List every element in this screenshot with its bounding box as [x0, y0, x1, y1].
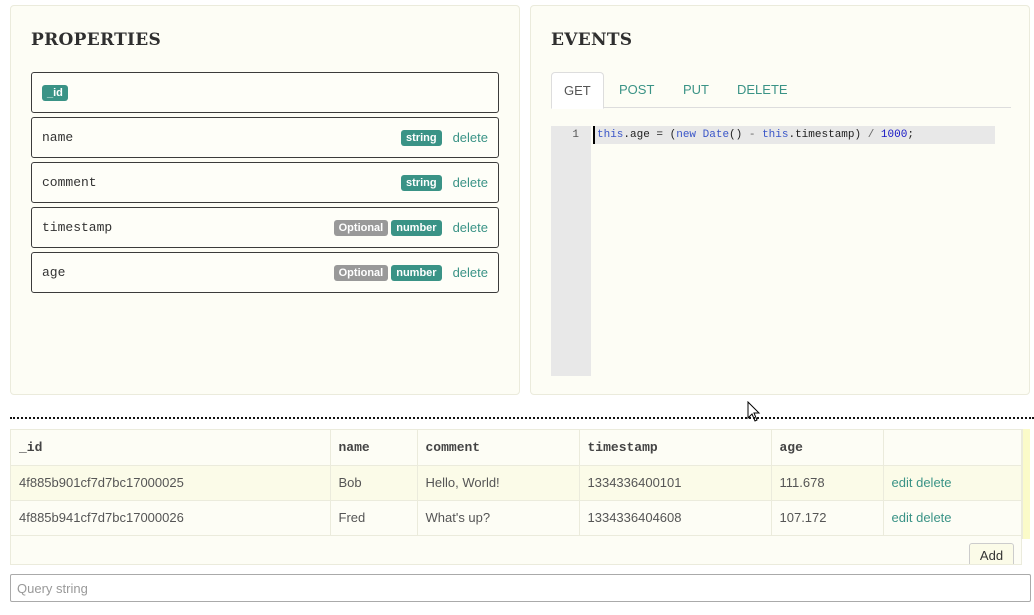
cell-id[interactable]: 4f885b941cf7d7bc17000026 [11, 500, 331, 536]
cell-age[interactable]: 111.678 [771, 465, 884, 501]
grid-scrollbar[interactable] [1022, 429, 1030, 539]
table-header-row: _id name comment timestamp age [11, 430, 1021, 466]
tab-get[interactable]: GET [551, 72, 604, 109]
line-number: 1 [572, 129, 579, 141]
cell-timestamp[interactable]: 1334336404608 [579, 500, 772, 536]
code-text: this.age = (new Date() - this.timestamp)… [597, 129, 914, 141]
type-badge: string [401, 129, 442, 146]
column-header-name[interactable]: name [330, 430, 418, 466]
properties-panel: PROPERTIES _id name string delete commen… [10, 5, 520, 395]
property-name: age [42, 265, 66, 280]
delete-property-link[interactable]: delete [453, 220, 488, 235]
cell-actions: edit delete [883, 465, 1021, 501]
cell-id[interactable]: 4f885b901cf7d7bc17000025 [11, 465, 331, 501]
column-header-timestamp[interactable]: timestamp [579, 430, 772, 466]
property-name: timestamp [42, 220, 113, 235]
delete-row-link[interactable]: delete [916, 475, 951, 490]
tab-put[interactable]: PUT [671, 72, 721, 109]
delete-property-link[interactable]: delete [453, 175, 488, 190]
property-row-timestamp[interactable]: timestamp Optional number delete [31, 207, 499, 248]
query-string-input[interactable] [10, 574, 1031, 602]
code-line[interactable]: this.age = (new Date() - this.timestamp)… [593, 126, 995, 144]
code-editor[interactable]: 1 this.age = (new Date() - this.timestam… [551, 126, 1011, 376]
column-header-age[interactable]: age [771, 430, 884, 466]
cell-name[interactable]: Fred [330, 500, 418, 536]
tab-delete[interactable]: DELETE [725, 72, 800, 109]
edit-row-link[interactable]: edit [892, 475, 913, 490]
properties-title: PROPERTIES [31, 30, 162, 50]
data-grid: _id name comment timestamp age 4f885b901… [10, 429, 1022, 565]
cell-actions: edit delete [883, 500, 1021, 536]
property-row-age[interactable]: age Optional number delete [31, 252, 499, 293]
property-name: name [42, 130, 74, 145]
property-row-name[interactable]: name string delete [31, 117, 499, 158]
property-row-id: _id [31, 72, 499, 113]
property-name: comment [42, 175, 97, 190]
cell-name[interactable]: Bob [330, 465, 418, 501]
cell-comment[interactable]: Hello, World! [417, 465, 580, 501]
events-title: EVENTS [551, 30, 633, 50]
type-badge: number [391, 264, 442, 281]
delete-row-link[interactable]: delete [916, 510, 951, 525]
table-row[interactable]: 4f885b901cf7d7bc17000025 Bob Hello, Worl… [11, 465, 1021, 501]
property-row-comment[interactable]: comment string delete [31, 162, 499, 203]
cell-comment[interactable]: What's up? [417, 500, 580, 536]
cell-age[interactable]: 107.172 [771, 500, 884, 536]
type-badge: string [401, 174, 442, 191]
type-badge: number [391, 219, 442, 236]
column-header-actions [883, 430, 1021, 466]
table-row[interactable]: 4f885b941cf7d7bc17000026 Fred What's up?… [11, 500, 1021, 536]
event-tabs: GET POST PUT DELETE [551, 72, 1011, 109]
data-table: _id name comment timestamp age 4f885b901… [11, 430, 1021, 536]
editor-gutter: 1 [551, 126, 591, 376]
column-header-id[interactable]: _id [11, 430, 331, 466]
optional-badge: Optional [333, 219, 389, 236]
optional-badge: Optional [333, 264, 389, 281]
mouse-cursor-icon [747, 401, 761, 422]
column-header-comment[interactable]: comment [417, 430, 580, 466]
tab-post[interactable]: POST [607, 72, 666, 109]
edit-row-link[interactable]: edit [892, 510, 913, 525]
delete-property-link[interactable]: delete [453, 265, 488, 280]
cell-timestamp[interactable]: 1334336400101 [579, 465, 772, 501]
add-row-button[interactable]: Add [969, 543, 1014, 564]
delete-property-link[interactable]: delete [453, 130, 488, 145]
id-badge: _id [42, 84, 68, 101]
events-panel: EVENTS GET POST PUT DELETE 1 this.age = … [530, 5, 1030, 395]
divider [10, 417, 1034, 419]
